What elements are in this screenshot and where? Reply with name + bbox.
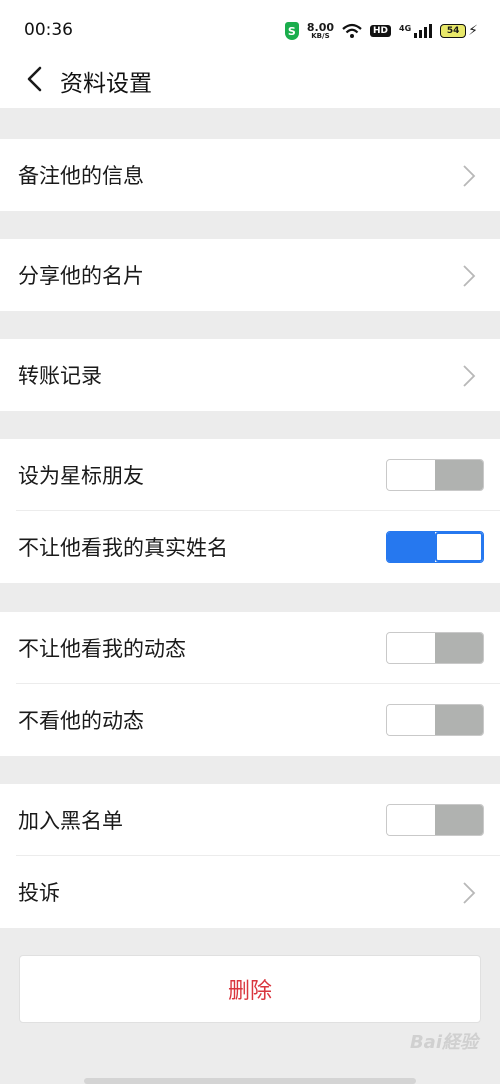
hd-icon: HD — [370, 25, 392, 37]
network-speed-unit: KB/S — [311, 32, 330, 40]
hide-my-moments-toggle[interactable] — [386, 632, 484, 664]
row-label: 不让他看我的动态 — [18, 637, 186, 661]
settings-group: 设为星标朋友 不让他看我的真实姓名 — [0, 439, 500, 583]
row-label: 设为星标朋友 — [18, 464, 144, 488]
status-time: 00:36 — [24, 20, 73, 40]
hide-real-name-toggle[interactable] — [386, 531, 484, 563]
wifi-icon — [342, 23, 362, 38]
row-hide-his-moments: 不看他的动态 — [0, 684, 500, 756]
row-label: 备注他的信息 — [18, 164, 144, 188]
row-blacklist: 加入黑名单 — [0, 784, 500, 856]
row-label: 投诉 — [18, 881, 60, 905]
chevron-right-icon — [463, 882, 476, 904]
row-share-card[interactable]: 分享他的名片 — [0, 239, 500, 311]
row-star-friend: 设为星标朋友 — [0, 439, 500, 511]
settings-group: 转账记录 — [0, 339, 500, 411]
delete-button-label: 删除 — [227, 979, 272, 1004]
row-label: 不看他的动态 — [18, 709, 144, 733]
row-complaint[interactable]: 投诉 — [0, 856, 500, 928]
chevron-right-icon — [463, 265, 476, 287]
home-indicator[interactable] — [84, 1078, 416, 1084]
row-hide-my-moments: 不让他看我的动态 — [0, 612, 500, 684]
row-label: 加入黑名单 — [18, 809, 123, 833]
row-hide-real-name: 不让他看我的真实姓名 — [0, 511, 500, 583]
settings-group: 备注他的信息 — [0, 139, 500, 211]
battery-icon: 54 ⚡ — [440, 23, 478, 39]
chevron-right-icon — [463, 165, 476, 187]
settings-group: 分享他的名片 — [0, 239, 500, 311]
watermark: Bai経验 — [409, 1032, 478, 1053]
page-title: 资料设置 — [60, 71, 152, 97]
row-transfer-records[interactable]: 转账记录 — [0, 339, 500, 411]
battery-level: 54 — [440, 24, 467, 38]
star-friend-toggle[interactable] — [386, 459, 484, 491]
network-speed: 8.00 KB/S — [307, 22, 334, 40]
signal-icon: 4G — [399, 24, 433, 38]
chevron-right-icon — [463, 365, 476, 387]
row-label: 转账记录 — [18, 364, 102, 388]
nav-bar: 资料设置 — [0, 52, 500, 108]
status-icons: S 8.00 KB/S HD 4G 54 ⚡ — [284, 18, 478, 44]
chevron-left-icon[interactable] — [22, 64, 48, 94]
row-label: 分享他的名片 — [18, 264, 144, 288]
row-remark-info[interactable]: 备注他的信息 — [0, 139, 500, 211]
row-label: 不让他看我的真实姓名 — [18, 536, 228, 560]
blacklist-toggle[interactable] — [386, 804, 484, 836]
hide-his-moments-toggle[interactable] — [386, 704, 484, 736]
charging-icon: ⚡ — [468, 23, 478, 39]
settings-group: 不让他看我的动态 不看他的动态 — [0, 612, 500, 756]
delete-button[interactable]: 删除 — [19, 955, 481, 1023]
network-type-label: 4G — [399, 24, 412, 33]
settings-group: 加入黑名单 投诉 — [0, 784, 500, 928]
status-bar: 00:36 S 8.00 KB/S HD 4G 54 ⚡ — [0, 0, 500, 52]
shield-icon: S — [284, 22, 299, 40]
